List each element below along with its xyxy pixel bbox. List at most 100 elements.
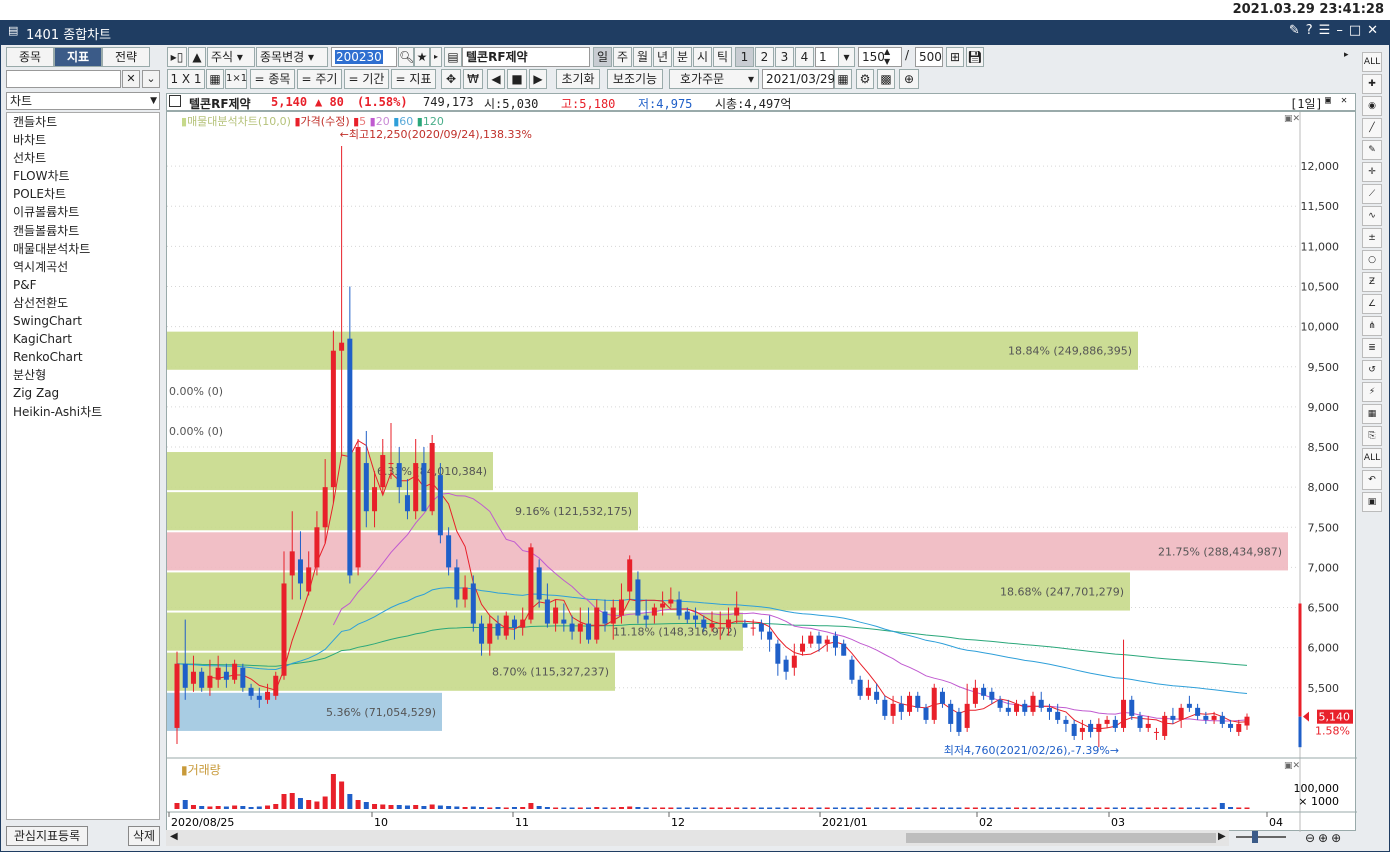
grid-icon[interactable]: ▦ [206, 69, 224, 89]
tab-indicator[interactable]: 지표 [54, 47, 102, 67]
price-chart-svg[interactable]: 5,500 6,000 6,500 7,000 7,500 8,000 8,500 9,000… [167, 112, 1357, 832]
tab-strategy[interactable]: 전략 [102, 47, 150, 67]
zoom-icon[interactable]: ⊕ [899, 69, 919, 89]
count-4-button[interactable]: 4 [795, 47, 814, 67]
period-5-button[interactable]: 시 [693, 47, 712, 67]
clear-icon[interactable]: ✕ [122, 70, 140, 88]
period-2-button[interactable]: 월 [633, 47, 652, 67]
prev-icon[interactable]: ◀ [487, 69, 505, 89]
stop-icon[interactable]: ■ [507, 69, 527, 89]
collapse-icon[interactable]: ▸ [1344, 50, 1349, 60]
chart-type-item[interactable]: 바차트 [7, 131, 159, 149]
period-0-button[interactable]: 일 [593, 47, 612, 67]
sync-toggle-0[interactable]: = 종목 [250, 69, 295, 89]
circle-icon[interactable]: ○ [1362, 250, 1382, 270]
chart-type-item[interactable]: 매물대분석차트 [7, 240, 159, 258]
chart-type-item[interactable]: Heikin-Ashi차트 [7, 403, 159, 421]
cycle-icon[interactable]: ↺ [1362, 360, 1382, 380]
count-3-button[interactable]: 3 [775, 47, 794, 67]
undo-icon[interactable]: ↶ [1362, 470, 1382, 490]
date-input[interactable]: 2021/03/29 [762, 69, 835, 89]
chart-type-item[interactable]: 역시계곡선 [7, 258, 159, 276]
pen-icon[interactable]: ✎ [1362, 140, 1382, 160]
stock-code-input[interactable]: 200230 [331, 47, 397, 67]
chart-category-select[interactable]: 차트 ▼ [6, 92, 160, 110]
aux-function-button[interactable]: 보조기능 [607, 69, 663, 89]
all-delete-icon[interactable]: ALL [1362, 448, 1382, 468]
chart-type-item[interactable]: SwingChart [7, 312, 159, 330]
panel-toggle-icon[interactable]: ▸▯ [167, 47, 187, 67]
count-2-button[interactable]: 2 [755, 47, 774, 67]
chevron-down-icon[interactable]: ▾ [838, 47, 855, 67]
chart-area[interactable]: 5,500 6,000 6,500 7,000 7,500 8,000 8,500 9,000… [166, 111, 1357, 832]
chart-type-item[interactable]: RenkoChart [7, 348, 159, 366]
count-stepper-icon[interactable]: ▲ ▼ [884, 47, 890, 67]
scroll-left-icon[interactable]: ◀ [170, 831, 178, 842]
up-icon[interactable]: ▲ [188, 47, 206, 67]
save-icon[interactable]: 💾︎ [966, 47, 984, 67]
all-tool[interactable]: ALL [1362, 52, 1382, 72]
sync-toggle-3[interactable]: = 지표 [391, 69, 436, 89]
chart-type-item[interactable]: 분산형 [7, 366, 159, 384]
period-3-button[interactable]: 년 [653, 47, 672, 67]
layout-button[interactable]: 1 X 1 [167, 69, 205, 89]
change-stock-select[interactable]: 종목변경 ▾ [256, 47, 328, 67]
chart-type-item[interactable]: 삼선전환도 [7, 294, 159, 312]
fork-icon[interactable]: ⟋ [1362, 184, 1382, 204]
line-icon[interactable]: ╱ [1362, 118, 1382, 138]
chart-type-item[interactable]: FLOW차트 [7, 167, 159, 185]
settings-icon[interactable]: ⚙ [856, 69, 874, 89]
reset-button[interactable]: 초기화 [556, 69, 600, 89]
move-icon[interactable]: ✥ [441, 69, 461, 89]
cursor-icon[interactable]: ◉ [1362, 96, 1382, 116]
chart-type-item[interactable]: 이큐볼륨차트 [7, 203, 159, 221]
next-icon[interactable]: ▸ [430, 47, 442, 67]
period-6-button[interactable]: 틱 [713, 47, 732, 67]
close-icon[interactable]: ✕ [1341, 95, 1347, 106]
order-select[interactable]: 호가주문 ▾ [669, 69, 759, 89]
tool-icon[interactable]: ✚ [1362, 74, 1382, 94]
max-count-input[interactable]: 500 [915, 47, 943, 67]
zoom-controls-icon[interactable]: ⊖⊕⊕ [1305, 831, 1344, 845]
sync-toggle-2[interactable]: = 기간 [344, 69, 389, 89]
calculator-icon[interactable]: ▩ [877, 69, 895, 89]
won-icon[interactable]: ₩ [463, 69, 483, 89]
edit-icon[interactable]: ▣ [1362, 492, 1382, 512]
info-checkbox[interactable] [169, 95, 181, 107]
register-indicator-button[interactable]: 관심지표등록 [6, 826, 88, 846]
chevron-down-icon[interactable]: ⌄ [142, 70, 160, 88]
angle-icon[interactable]: ∠ [1362, 294, 1382, 314]
cross-icon[interactable]: ✛ [1362, 162, 1382, 182]
count-input[interactable]: 150 [858, 47, 902, 67]
single-view-icon[interactable]: 1×1 [225, 69, 247, 89]
list-icon[interactable]: ≣ [1362, 338, 1382, 358]
chart-type-item[interactable]: 캔들차트 [7, 113, 159, 131]
chart-type-item[interactable]: P&F [7, 276, 159, 294]
zoom-slider[interactable] [1236, 836, 1286, 838]
sync-toggle-1[interactable]: = 주기 [297, 69, 342, 89]
delete-button[interactable]: 삭제 [128, 826, 160, 846]
search-icon[interactable]: 🔍︎ [398, 47, 414, 67]
period-1-button[interactable]: 주 [613, 47, 632, 67]
scroll-right-icon[interactable]: ▶ [1218, 831, 1226, 842]
table-icon[interactable]: ▦ [1362, 404, 1382, 424]
window-controls[interactable]: ✎?☰–□✕ [1289, 23, 1384, 38]
fib-icon[interactable]: Ƶ [1362, 272, 1382, 292]
market-select[interactable]: 주식 ▾ [207, 47, 255, 67]
period-4-button[interactable]: 분 [673, 47, 692, 67]
chart-type-item[interactable]: Zig Zag [7, 384, 159, 402]
star-icon[interactable]: ★ [414, 47, 430, 67]
tab-stock[interactable]: 종목 [6, 47, 54, 67]
add-window-icon[interactable]: ⊞ [946, 47, 964, 67]
play-icon[interactable]: ▶ [529, 69, 547, 89]
chart-type-item[interactable]: KagiChart [7, 330, 159, 348]
scroll-thumb[interactable] [906, 833, 1216, 843]
plus-icon[interactable]: ± [1362, 228, 1382, 248]
chart-type-item[interactable]: POLE차트 [7, 185, 159, 203]
speed-icon[interactable]: ⚡ [1362, 382, 1382, 402]
trend-icon[interactable]: ∿ [1362, 206, 1382, 226]
count-1-button[interactable]: 1 [735, 47, 754, 67]
calendar-icon[interactable]: ▦ [834, 69, 852, 89]
stock-name-field[interactable]: 텔콘RF제약 [462, 47, 590, 67]
zoom-slider-handle[interactable] [1252, 831, 1258, 843]
